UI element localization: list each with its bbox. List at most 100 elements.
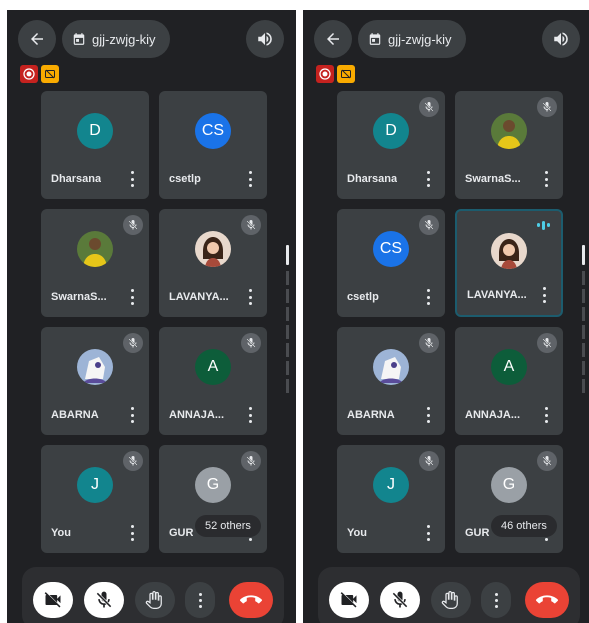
- more-vert-icon[interactable]: [543, 407, 549, 423]
- mic-off-icon: [419, 333, 439, 353]
- more-vert-icon[interactable]: [247, 289, 253, 305]
- audio-output-button[interactable]: [542, 20, 580, 58]
- speaking-indicator-icon: [533, 218, 553, 232]
- mic-off-icon: [123, 215, 143, 235]
- meeting-code-chip[interactable]: gjj-zwjg-kiy: [62, 20, 170, 58]
- more-vert-icon[interactable]: [129, 289, 135, 305]
- mic-off-icon: [241, 333, 261, 353]
- hand-icon: [145, 590, 165, 610]
- avatar: D: [373, 113, 409, 149]
- participant-tile[interactable]: A ANNAJA...: [455, 327, 563, 435]
- arrow-left-icon: [324, 30, 342, 48]
- raise-hand-button[interactable]: [431, 582, 471, 618]
- participant-name: LAVANYA...: [169, 291, 229, 303]
- participant-tile[interactable]: D Dharsana: [41, 91, 149, 199]
- others-count-chip[interactable]: 46 others: [491, 515, 557, 537]
- participant-name: You: [347, 527, 367, 539]
- scrollbar-track-marks: [286, 271, 289, 397]
- participant-name: You: [51, 527, 71, 539]
- scrollbar[interactable]: [286, 245, 289, 410]
- more-vert-icon[interactable]: [129, 525, 135, 541]
- scrollbar[interactable]: [582, 245, 585, 410]
- participant-tile[interactable]: ABARNA: [41, 327, 149, 435]
- more-vert-icon[interactable]: [129, 171, 135, 187]
- call-end-icon: [240, 589, 262, 611]
- participant-tile[interactable]: CS csetlp: [337, 209, 445, 317]
- participant-name: ABARNA: [347, 409, 395, 421]
- participant-name: ANNAJA...: [169, 409, 225, 421]
- participant-tile[interactable]: G GUR 46 others: [455, 445, 563, 553]
- camera-toggle-button[interactable]: [329, 582, 369, 618]
- mic-off-icon: [94, 590, 114, 610]
- volume-icon: [552, 30, 570, 48]
- avatar: J: [77, 467, 113, 503]
- more-vert-icon: [494, 592, 498, 608]
- more-vert-icon[interactable]: [425, 525, 431, 541]
- camera-toggle-button[interactable]: [33, 582, 73, 618]
- avatar: [77, 349, 113, 385]
- participant-name: csetlp: [169, 173, 201, 185]
- avatar: A: [195, 349, 231, 385]
- call-controls-bar: [22, 567, 284, 623]
- participant-name: GUR: [169, 527, 194, 539]
- participant-tile[interactable]: ABARNA: [337, 327, 445, 435]
- scrollbar-thumb[interactable]: [286, 245, 289, 265]
- camera-off-icon: [339, 590, 359, 610]
- more-vert-icon[interactable]: [541, 287, 547, 303]
- back-button[interactable]: [18, 20, 56, 58]
- captions-off-icon[interactable]: [41, 65, 59, 83]
- avatar: [373, 349, 409, 385]
- participant-name: csetlp: [347, 291, 379, 303]
- raise-hand-button[interactable]: [135, 582, 175, 618]
- participant-name: ABARNA: [51, 409, 99, 421]
- scrollbar-thumb[interactable]: [582, 245, 585, 265]
- participant-tile[interactable]: A ANNAJA...: [159, 327, 267, 435]
- more-vert-icon[interactable]: [129, 407, 135, 423]
- microphone-toggle-button[interactable]: [84, 582, 124, 618]
- more-vert-icon[interactable]: [543, 171, 549, 187]
- participant-name: SwarnaS...: [465, 173, 521, 185]
- avatar: [77, 231, 113, 267]
- calendar-icon: [368, 32, 382, 46]
- others-count-chip[interactable]: 52 others: [195, 515, 261, 537]
- arrow-left-icon: [28, 30, 46, 48]
- participant-tile[interactable]: LAVANYA...: [455, 209, 563, 317]
- more-vert-icon[interactable]: [425, 289, 431, 305]
- participant-tile[interactable]: J You: [41, 445, 149, 553]
- back-button[interactable]: [314, 20, 352, 58]
- participant-name: SwarnaS...: [51, 291, 107, 303]
- record-icon[interactable]: [20, 65, 38, 83]
- participant-tile[interactable]: CS csetlp: [159, 91, 267, 199]
- participant-grid: D Dharsana SwarnaS... CS csetlp LAVANYA... ABA…: [337, 91, 573, 553]
- volume-icon: [256, 30, 274, 48]
- participant-tile[interactable]: SwarnaS...: [455, 91, 563, 199]
- more-vert-icon[interactable]: [247, 171, 253, 187]
- avatar: D: [77, 113, 113, 149]
- more-vert-icon[interactable]: [425, 407, 431, 423]
- participant-tile[interactable]: SwarnaS...: [41, 209, 149, 317]
- meeting-code-chip[interactable]: gjj-zwjg-kiy: [358, 20, 466, 58]
- calendar-icon: [72, 32, 86, 46]
- end-call-button[interactable]: [229, 582, 273, 618]
- more-options-button[interactable]: [481, 582, 511, 618]
- more-vert-icon[interactable]: [425, 171, 431, 187]
- participant-name: Dharsana: [347, 173, 398, 185]
- more-vert-icon[interactable]: [247, 407, 253, 423]
- microphone-toggle-button[interactable]: [380, 582, 420, 618]
- avatar: [491, 113, 527, 149]
- audio-output-button[interactable]: [246, 20, 284, 58]
- participant-tile[interactable]: LAVANYA...: [159, 209, 267, 317]
- more-options-button[interactable]: [185, 582, 215, 618]
- participant-tile[interactable]: J You: [337, 445, 445, 553]
- avatar: G: [195, 467, 231, 503]
- scrollbar-track-marks: [582, 271, 585, 397]
- participant-tile[interactable]: D Dharsana: [337, 91, 445, 199]
- record-icon[interactable]: [316, 65, 334, 83]
- participant-tile[interactable]: G GUR 52 others: [159, 445, 267, 553]
- participant-name: LAVANYA...: [467, 289, 527, 301]
- camera-off-icon: [43, 590, 63, 610]
- captions-off-icon[interactable]: [337, 65, 355, 83]
- participant-grid: D Dharsana CS csetlp SwarnaS... LAVANYA... ABA…: [41, 91, 277, 553]
- end-call-button[interactable]: [525, 582, 569, 618]
- mic-off-icon: [537, 333, 557, 353]
